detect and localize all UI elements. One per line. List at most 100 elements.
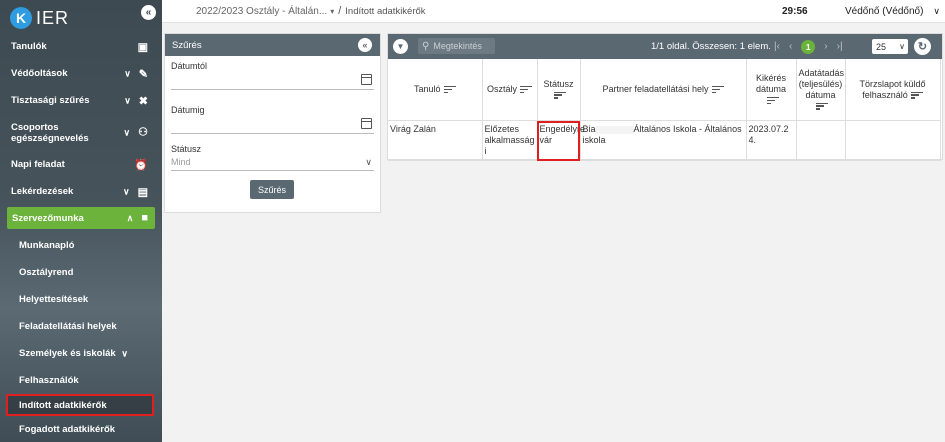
search-icon: ⚲ — [422, 40, 430, 52]
collapse-sidebar-icon[interactable]: « — [141, 5, 156, 20]
first-page-icon[interactable]: |‹ — [774, 41, 780, 52]
column-header-kikeres-datuma[interactable]: Kikérés dátuma — [746, 59, 797, 121]
logo-text: IER — [36, 7, 70, 28]
logo-mark: K — [10, 7, 32, 29]
column-header-label: Adatátadás (teljesülés) dátuma — [798, 67, 845, 100]
sidebar-item-label: Tisztasági szűrés — [11, 95, 90, 106]
partner-prefix: Bia — [582, 124, 596, 134]
table-row[interactable]: Virág Zalán Előzetes alkalmasság i Enged… — [388, 120, 941, 161]
filter-button[interactable]: Szűrés — [250, 180, 294, 199]
table-toolbar: ▼ ⚲ Megtekintés 1/1 oldal. Összesen: 1 e… — [388, 34, 942, 59]
date-to-label: Dátumig — [171, 105, 205, 115]
last-page-icon[interactable]: ›| — [837, 41, 843, 52]
cell-transfer-date — [796, 120, 846, 161]
filter-toggle-icon[interactable]: ▼ — [393, 39, 408, 54]
calendar-icon[interactable] — [361, 118, 372, 129]
sidebar-nav: Tanulók ▣ Védőoltások ∨ ✎ Tisztasági szűr… — [0, 33, 162, 442]
sidebar-item-label: Védőoltások — [11, 68, 68, 79]
sidebar-subitem-munkanaplo[interactable]: Munkanapló — [0, 232, 162, 259]
sidebar-subitem-feladatellatasi-helyek[interactable]: Feladatellátási helyek — [0, 313, 162, 340]
column-header-tanulo[interactable]: Tanuló — [388, 59, 483, 121]
sidebar: K IER « Tanulók ▣ Védőoltások ∨ ✎ Tisztas… — [0, 0, 162, 442]
sidebar-subitem-helyettesitesek[interactable]: Helyettesítések — [0, 286, 162, 313]
cell-sender — [845, 120, 941, 161]
status-select[interactable]: Státusz Mind ∨ — [171, 144, 374, 171]
top-bar: 2022/2023 Osztály - Általán... ▾ / Indít… — [162, 0, 945, 23]
cell-student: Virág Zalán — [388, 120, 483, 161]
filter-panel-header: Szűrés « — [165, 34, 380, 56]
sidebar-item-label: Lekérdezések — [11, 186, 74, 197]
bandage-icon: ✖ — [138, 95, 148, 107]
sidebar-item-label: Indított adatkikérők — [19, 399, 107, 411]
date-from-label: Dátumtól — [171, 61, 208, 71]
chevron-down-icon: ∨ — [123, 186, 130, 196]
sidebar-item-vedooltasok[interactable]: Védőoltások ∨ ✎ — [0, 60, 162, 87]
sidebar-subitem-fogadott-adatkikerok[interactable]: Fogadott adatkikérők — [0, 416, 162, 442]
sidebar-item-label: Csoportos egészségnevelés — [11, 121, 89, 144]
requests-table: Tanuló Osztály Státusz Partner feladatel… — [388, 59, 941, 161]
current-page-button[interactable]: 1 — [801, 39, 816, 54]
sort-icon[interactable] — [443, 85, 456, 95]
sort-icon[interactable] — [816, 101, 828, 111]
sidebar-subitem-osztalyrend[interactable]: Osztályrend — [0, 259, 162, 286]
sort-icon[interactable] — [766, 96, 779, 106]
user-menu[interactable]: Védőnő (Védőnő) ∨ — [845, 6, 940, 17]
table-header-row: Tanuló Osztály Státusz Partner feladatel… — [388, 59, 941, 121]
sidebar-item-lekerdezesek[interactable]: Lekérdezések ∨ ▤ — [0, 178, 162, 205]
sort-icon[interactable] — [711, 85, 724, 95]
chevron-down-icon: ∨ — [124, 68, 131, 78]
id-card-icon: ▣ — [137, 41, 148, 53]
chevron-down-icon: ∨ — [124, 95, 131, 105]
column-header-label: Kikérés dátuma — [755, 73, 787, 94]
prev-page-icon[interactable]: ‹ — [789, 41, 792, 52]
cell-status: Engedélyre vár — [537, 120, 585, 161]
search-input[interactable]: ⚲ Megtekintés — [418, 38, 495, 54]
next-page-icon[interactable]: › — [824, 41, 827, 52]
column-header-label: Státusz — [543, 78, 574, 89]
collapse-filter-icon[interactable]: « — [358, 38, 372, 52]
column-header-label: Osztály — [486, 84, 517, 94]
sort-icon[interactable] — [520, 85, 532, 95]
search-placeholder: Megtekintés — [433, 41, 482, 51]
date-from-field[interactable]: Dátumtól — [171, 61, 374, 90]
sidebar-subitem-inditott-adatkikerok[interactable]: Indított adatkikérők — [6, 394, 154, 416]
redacted-text — [595, 125, 634, 134]
sidebar-item-label: Fogadott adatkikérők — [19, 424, 116, 435]
column-header-label: Tanuló — [413, 84, 441, 94]
sidebar-subitem-felhasznalok[interactable]: Felhasználók — [0, 367, 162, 394]
class-select[interactable]: 2022/2023 Osztály - Általán... ▾ — [196, 6, 334, 17]
sidebar-item-szervezomunka[interactable]: Szervezőmunka ∧ ■ — [7, 207, 155, 229]
session-timer: 29:56 — [782, 5, 808, 17]
chevron-up-icon: ∧ — [126, 212, 134, 223]
sidebar-subitem-szemelyek-es-iskolak[interactable]: Személyek és iskolák ∨ — [0, 340, 162, 367]
cell-partner: Bia Általános Iskola - Általános iskola — [580, 120, 747, 161]
sidebar-item-label: Tanulók — [11, 41, 47, 52]
sidebar-item-tisztasagi-szures[interactable]: Tisztasági szűrés ∨ ✖ — [0, 87, 162, 114]
class-select-value: 2022/2023 Osztály - Általán... — [196, 5, 328, 17]
sidebar-item-csoportos-egeszsegneveles[interactable]: Csoportos egészségnevelés ∨ ⚇ — [0, 114, 162, 151]
cell-class: Előzetes alkalmasság i — [482, 120, 538, 161]
status-select-value: Mind — [171, 157, 191, 167]
chevron-down-icon: ∨ — [123, 127, 131, 137]
column-header-torzslapot-kuldo[interactable]: Törzslapot küldő felhasználó — [845, 59, 941, 121]
column-header-statusz[interactable]: Státusz — [537, 59, 581, 121]
column-header-partner[interactable]: Partner feladatellátási hely — [580, 59, 747, 121]
sidebar-item-label: Feladatellátási helyek — [19, 321, 117, 332]
chevron-down-icon: ∨ — [899, 42, 905, 51]
paging-info: 1/1 oldal. Összesen: 1 elem. — [651, 41, 771, 52]
per-page-select[interactable]: 25 ∨ — [872, 39, 908, 54]
column-header-osztaly[interactable]: Osztály — [482, 59, 538, 121]
clipboard-icon: ▤ — [137, 186, 148, 198]
calendar-icon[interactable] — [361, 74, 372, 85]
chevron-down-icon: ▾ — [330, 6, 335, 16]
sidebar-item-napi-feladat[interactable]: Napi feladat ⏰ — [0, 151, 162, 178]
date-to-field[interactable]: Dátumig — [171, 105, 374, 134]
app-logo[interactable]: K IER — [10, 6, 69, 30]
sidebar-item-tanulok[interactable]: Tanulók ▣ — [0, 33, 162, 60]
sort-icon[interactable] — [910, 90, 923, 100]
refresh-icon[interactable]: ↻ — [914, 38, 931, 55]
sort-icon[interactable] — [554, 90, 566, 100]
column-header-adatatadas-datuma[interactable]: Adatátadás (teljesülés) dátuma — [796, 59, 846, 121]
chevron-down-icon: ∨ — [121, 348, 128, 358]
chevron-down-icon: ∨ — [365, 157, 372, 167]
